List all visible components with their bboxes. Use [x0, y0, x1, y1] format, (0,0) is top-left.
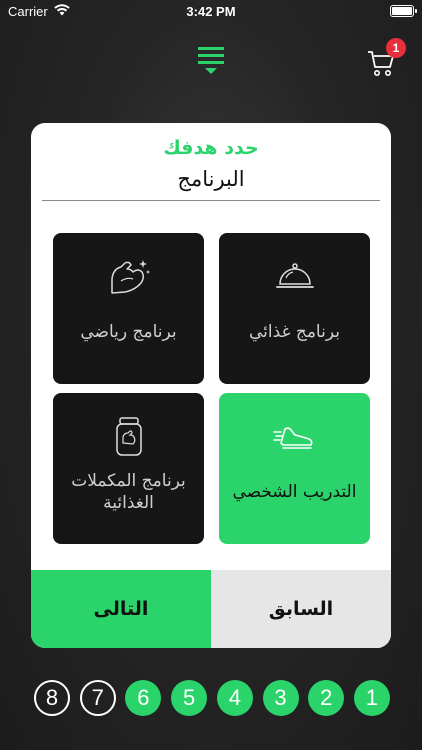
step-indicator: 87654321 — [34, 680, 390, 716]
option-sport-program-label: برنامج رياضي — [80, 321, 177, 342]
status-left: Carrier — [8, 4, 70, 19]
card-subtitle: البرنامج — [177, 167, 245, 191]
cart-count-badge: 1 — [386, 38, 406, 58]
option-sport-program[interactable]: برنامج رياضي — [53, 233, 204, 384]
divider — [42, 200, 380, 201]
option-supplements-program[interactable]: برنامج المكملات الغذائية — [53, 393, 204, 544]
next-button[interactable]: التالى — [31, 570, 211, 648]
step-2[interactable]: 2 — [308, 680, 345, 716]
step-4[interactable]: 4 — [216, 680, 253, 716]
wifi-icon — [54, 3, 70, 19]
option-personal-training-label: التدريب الشخصي — [232, 481, 357, 502]
previous-button[interactable]: السابق — [211, 570, 391, 648]
running-shoe-icon — [272, 427, 312, 449]
step-3[interactable]: 3 — [262, 680, 299, 716]
card-title: حدد هدفك — [163, 137, 259, 159]
menu-button[interactable] — [196, 44, 226, 78]
cart-button[interactable]: 1 — [364, 38, 408, 80]
step-6[interactable]: 6 — [125, 680, 162, 716]
step-1[interactable]: 1 — [353, 680, 390, 716]
option-food-program-label: برنامج غذائي — [249, 321, 340, 342]
program-selection-card: حدد هدفك البرنامج برنامج غذائي برنامج ري… — [31, 123, 391, 648]
supplement-jar-icon — [115, 417, 142, 456]
flexed-arm-icon — [110, 260, 150, 294]
carrier-label: Carrier — [8, 3, 48, 19]
battery-icon — [390, 5, 417, 17]
status-bar: Carrier 3:42 PM — [0, 0, 422, 22]
step-8[interactable]: 8 — [34, 680, 70, 716]
option-food-program[interactable]: برنامج غذائي — [219, 233, 370, 384]
step-7[interactable]: 7 — [79, 680, 116, 716]
menu-icon — [198, 47, 224, 74]
food-cloche-icon — [275, 263, 314, 288]
option-personal-training[interactable]: التدريب الشخصي — [219, 393, 370, 544]
step-5[interactable]: 5 — [171, 680, 208, 716]
option-supplements-program-label: برنامج المكملات الغذائية — [71, 470, 186, 513]
